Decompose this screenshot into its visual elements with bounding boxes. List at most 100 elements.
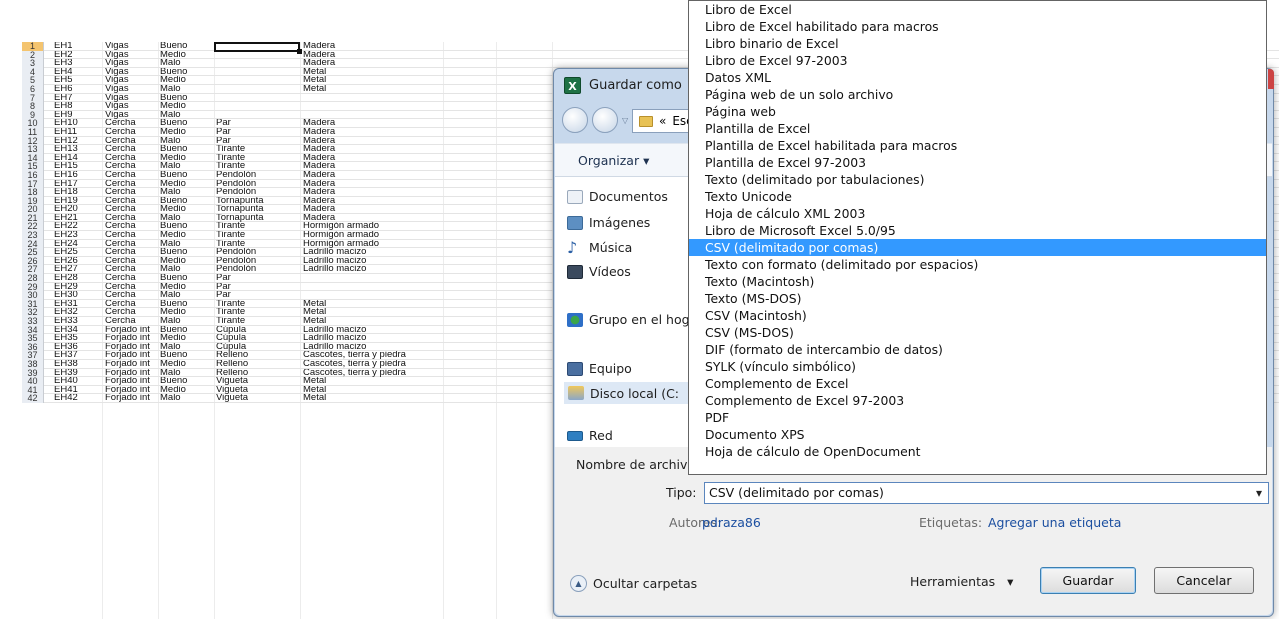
cell-element[interactable]: Forjado int <box>105 351 161 360</box>
row-number[interactable]: 18 <box>22 188 44 197</box>
cell-material[interactable]: Metal <box>303 386 463 395</box>
file-type-option[interactable]: PDF <box>689 409 1266 426</box>
cell-element[interactable]: Cercha <box>105 188 161 197</box>
cell-material[interactable]: Madera <box>303 214 463 223</box>
file-type-option[interactable]: Plantilla de Excel <box>689 120 1266 137</box>
file-type-option[interactable]: Texto (delimitado por tabulaciones) <box>689 171 1266 188</box>
cell-part[interactable]: Vigueta <box>216 394 300 403</box>
file-type-option[interactable]: Libro binario de Excel <box>689 35 1266 52</box>
row-number[interactable]: 17 <box>22 179 44 189</box>
cell-part[interactable]: Par <box>216 128 300 137</box>
file-type-option[interactable]: Texto con formato (delimitado por espaci… <box>689 256 1266 273</box>
file-type-option[interactable]: Documento XPS <box>689 426 1266 443</box>
cell-state[interactable]: Malo <box>160 240 216 249</box>
cell-id[interactable]: EH40 <box>54 377 78 386</box>
cell-material[interactable]: Madera <box>303 137 463 146</box>
cell-material[interactable]: Hormigón armado <box>303 231 463 240</box>
cell-state[interactable]: Bueno <box>160 274 216 283</box>
cell-element[interactable]: Cercha <box>105 283 161 292</box>
cell-part[interactable]: Par <box>216 137 300 146</box>
row-number[interactable]: 8 <box>22 102 44 111</box>
cell-id[interactable]: EH33 <box>54 317 78 326</box>
cell-id[interactable]: EH15 <box>54 162 78 171</box>
cell-material[interactable]: Ladrillo macizo <box>303 343 463 352</box>
row-number[interactable]: 21 <box>22 213 44 223</box>
cell-material[interactable]: Madera <box>303 145 463 154</box>
cell-id[interactable]: EH10 <box>54 119 78 128</box>
cell-state[interactable]: Bueno <box>160 377 216 386</box>
row-number[interactable]: 35 <box>22 334 44 343</box>
cell-material[interactable]: Metal <box>303 68 463 77</box>
row-number[interactable]: 34 <box>22 325 44 335</box>
cell-state[interactable]: Bueno <box>160 248 216 257</box>
cell-state[interactable]: Malo <box>160 394 216 403</box>
cell-part[interactable]: Vigueta <box>216 377 300 386</box>
row-number[interactable]: 33 <box>22 317 44 326</box>
cell-id[interactable]: EH9 <box>54 111 72 120</box>
row-number[interactable]: 7 <box>22 93 44 103</box>
cell-part[interactable]: Pendolón <box>216 188 300 197</box>
row-number[interactable]: 26 <box>22 256 44 266</box>
nav-item-grupo-hogar[interactable]: Grupo en el hog <box>567 312 690 327</box>
row-number[interactable]: 16 <box>22 170 44 180</box>
cell-state[interactable]: Malo <box>160 214 216 223</box>
cell-element[interactable]: Vigas <box>105 51 161 60</box>
hide-folders-button[interactable]: ▲ Ocultar carpetas <box>570 575 697 592</box>
cell-material[interactable]: Ladrillo macizo <box>303 265 463 274</box>
file-type-option[interactable]: Texto (MS-DOS) <box>689 290 1266 307</box>
file-type-option[interactable]: Texto Unicode <box>689 188 1266 205</box>
row-number[interactable]: 22 <box>22 222 44 232</box>
cell-element[interactable]: Vigas <box>105 76 161 85</box>
cell-state[interactable]: Bueno <box>160 119 216 128</box>
cell-state[interactable]: Medio <box>160 102 216 111</box>
row-number[interactable]: 27 <box>22 265 44 275</box>
cell-material[interactable]: Ladrillo macizo <box>303 326 463 335</box>
cell-material[interactable]: Metal <box>303 85 463 94</box>
row-number[interactable]: 38 <box>22 359 44 369</box>
cell-part[interactable]: Pendolón <box>216 248 300 257</box>
row-number[interactable]: 28 <box>22 274 44 283</box>
cell-element[interactable]: Vigas <box>105 94 161 103</box>
cell-id[interactable]: EH36 <box>54 343 78 352</box>
cell-part[interactable]: Tornapunta <box>216 205 300 214</box>
cell-id[interactable]: EH24 <box>54 240 78 249</box>
cell-state[interactable]: Malo <box>160 162 216 171</box>
cell-id[interactable]: EH6 <box>54 85 72 94</box>
cell-part[interactable]: Cúpula <box>216 326 300 335</box>
cell-state[interactable]: Medio <box>160 51 216 60</box>
organize-button[interactable]: Organizar ▾ <box>578 153 649 168</box>
cell-element[interactable]: Cercha <box>105 265 161 274</box>
recent-locations-chevron-icon[interactable]: ▽ <box>622 116 628 125</box>
cell-material[interactable]: Ladrillo macizo <box>303 257 463 266</box>
cell-part[interactable]: Tornapunta <box>216 197 300 206</box>
cell-element[interactable]: Cercha <box>105 300 161 309</box>
cell-part[interactable]: Par <box>216 291 300 300</box>
row-number[interactable]: 5 <box>22 76 44 85</box>
file-type-option[interactable]: Libro de Excel 97-2003 <box>689 52 1266 69</box>
row-number[interactable]: 36 <box>22 342 44 352</box>
cell-material[interactable]: Cascotes, tierra y piedra <box>303 360 463 369</box>
cell-part[interactable]: Cúpula <box>216 334 300 343</box>
file-type-option[interactable]: SYLK (vínculo simbólico) <box>689 358 1266 375</box>
cell-material[interactable]: Cascotes, tierra y piedra <box>303 369 463 378</box>
row-number[interactable]: 10 <box>22 119 44 128</box>
row-number[interactable]: 41 <box>22 385 44 395</box>
row-number[interactable]: 25 <box>22 248 44 257</box>
cell-material[interactable]: Ladrillo macizo <box>303 248 463 257</box>
cell-element[interactable]: Cercha <box>105 180 161 189</box>
cell-id[interactable]: EH12 <box>54 137 78 146</box>
cell-id[interactable]: EH22 <box>54 222 78 231</box>
cell-id[interactable]: EH23 <box>54 231 78 240</box>
nav-item-equipo[interactable]: Equipo <box>567 361 632 376</box>
authors-value[interactable]: pdraza86 <box>702 515 761 530</box>
cell-material[interactable]: Cascotes, tierra y piedra <box>303 351 463 360</box>
file-type-option[interactable]: Libro de Excel <box>689 1 1266 18</box>
row-number[interactable]: 14 <box>22 153 44 163</box>
cell-part[interactable]: Tirante <box>216 317 300 326</box>
cell-id[interactable]: EH1 <box>54 42 72 51</box>
cell-element[interactable]: Vigas <box>105 102 161 111</box>
cell-element[interactable]: Cercha <box>105 248 161 257</box>
cell-id[interactable]: EH27 <box>54 265 78 274</box>
cell-state[interactable]: Malo <box>160 343 216 352</box>
cell-state[interactable]: Bueno <box>160 145 216 154</box>
